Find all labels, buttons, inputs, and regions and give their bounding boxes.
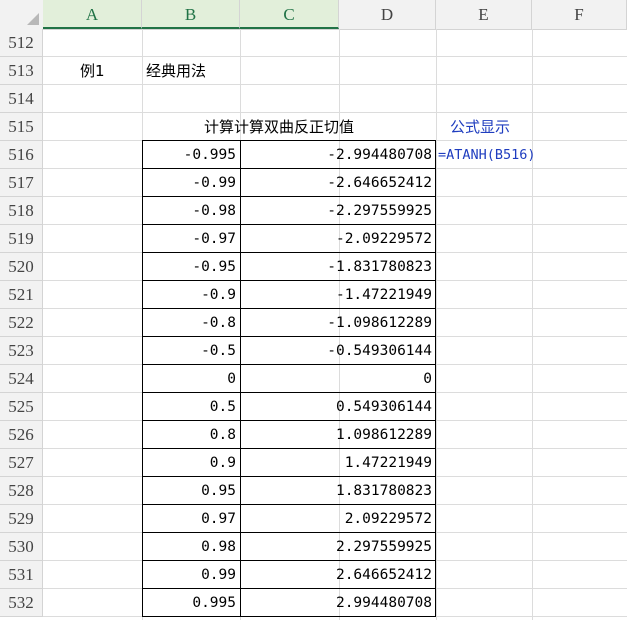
row-header[interactable]: 512 bbox=[0, 29, 43, 57]
row-header[interactable]: 527 bbox=[0, 449, 43, 477]
input-value-cell[interactable]: -0.9 bbox=[142, 281, 240, 309]
row-header[interactable]: 522 bbox=[0, 309, 43, 337]
atanh-result-cell[interactable]: 1.098612289 bbox=[240, 421, 436, 449]
input-value-cell[interactable]: 0.99 bbox=[142, 561, 240, 589]
atanh-result-cell[interactable]: -1.098612289 bbox=[240, 309, 436, 337]
formula-display-cell[interactable]: =ATANH(B516) bbox=[438, 141, 536, 169]
input-value-cell[interactable]: -0.95 bbox=[142, 253, 240, 281]
formula-header-cell[interactable]: 公式显示 bbox=[450, 113, 510, 141]
row-header[interactable]: 531 bbox=[0, 561, 43, 589]
input-value-cell[interactable]: -0.97 bbox=[142, 225, 240, 253]
atanh-result-cell[interactable]: 0.549306144 bbox=[240, 393, 436, 421]
input-value-cell[interactable]: 0.5 bbox=[142, 393, 240, 421]
row-header[interactable]: 516 bbox=[0, 141, 43, 169]
row-header[interactable]: 524 bbox=[0, 365, 43, 393]
atanh-result-cell[interactable]: -1.47221949 bbox=[240, 281, 436, 309]
atanh-result-cell[interactable]: -0.549306144 bbox=[240, 337, 436, 365]
row-header[interactable]: 518 bbox=[0, 197, 43, 225]
atanh-result-cell[interactable]: 2.297559925 bbox=[240, 533, 436, 561]
input-value-cell[interactable]: -0.8 bbox=[142, 309, 240, 337]
atanh-result-cell[interactable]: 2.994480708 bbox=[240, 589, 436, 617]
input-value-cell[interactable]: 0.98 bbox=[142, 533, 240, 561]
row-header[interactable]: 520 bbox=[0, 253, 43, 281]
column-header-d[interactable]: D bbox=[339, 0, 436, 29]
row-header[interactable]: 532 bbox=[0, 589, 43, 617]
example-label-cell[interactable]: 例1 bbox=[80, 57, 105, 85]
input-value-cell[interactable]: -0.99 bbox=[142, 169, 240, 197]
atanh-result-cell[interactable]: -2.646652412 bbox=[240, 169, 436, 197]
row-header[interactable]: 519 bbox=[0, 225, 43, 253]
row-header[interactable]: 521 bbox=[0, 281, 43, 309]
select-all-icon bbox=[27, 13, 39, 25]
atanh-result-cell[interactable]: -2.09229572 bbox=[240, 225, 436, 253]
input-value-cell[interactable]: -0.5 bbox=[142, 337, 240, 365]
row-header[interactable]: 526 bbox=[0, 421, 43, 449]
gridline bbox=[43, 84, 627, 85]
atanh-result-cell[interactable]: 2.646652412 bbox=[240, 561, 436, 589]
row-header[interactable]: 513 bbox=[0, 57, 43, 85]
row-header[interactable]: 514 bbox=[0, 85, 43, 113]
input-value-cell[interactable]: 0.95 bbox=[142, 477, 240, 505]
table-header-cell[interactable]: 计算计算双曲反正切值 bbox=[204, 113, 354, 141]
atanh-result-cell[interactable]: 2.09229572 bbox=[240, 505, 436, 533]
atanh-result-cell[interactable]: 1.831780823 bbox=[240, 477, 436, 505]
atanh-result-cell[interactable]: 1.47221949 bbox=[240, 449, 436, 477]
row-header[interactable]: 528 bbox=[0, 477, 43, 505]
column-header-e[interactable]: E bbox=[436, 0, 532, 29]
atanh-result-cell[interactable]: 0 bbox=[240, 365, 436, 393]
atanh-result-cell[interactable]: -2.994480708 bbox=[240, 141, 436, 169]
column-header-b[interactable]: B bbox=[142, 0, 240, 29]
row-header[interactable]: 530 bbox=[0, 533, 43, 561]
atanh-result-cell[interactable]: -1.831780823 bbox=[240, 253, 436, 281]
input-value-cell[interactable]: 0.9 bbox=[142, 449, 240, 477]
row-header[interactable]: 529 bbox=[0, 505, 43, 533]
gridline bbox=[43, 56, 627, 57]
column-header-c[interactable]: C bbox=[240, 0, 339, 29]
select-all-corner[interactable] bbox=[0, 0, 44, 29]
input-value-cell[interactable]: -0.98 bbox=[142, 197, 240, 225]
row-header[interactable]: 525 bbox=[0, 393, 43, 421]
row-header[interactable]: 515 bbox=[0, 113, 43, 141]
input-value-cell[interactable]: 0.8 bbox=[142, 421, 240, 449]
row-header[interactable]: 523 bbox=[0, 337, 43, 365]
column-header-f[interactable]: F bbox=[532, 0, 627, 29]
spreadsheet-grid: A B C D E F 512 513 514 515 516 517 518 519 520 5… bbox=[0, 0, 627, 620]
input-value-cell[interactable]: 0 bbox=[142, 365, 240, 393]
example-title-cell[interactable]: 经典用法 bbox=[146, 57, 206, 85]
input-value-cell[interactable]: -0.995 bbox=[142, 141, 240, 169]
input-value-cell[interactable]: 0.995 bbox=[142, 589, 240, 617]
atanh-result-cell[interactable]: -2.297559925 bbox=[240, 197, 436, 225]
input-value-cell[interactable]: 0.97 bbox=[142, 505, 240, 533]
row-header[interactable]: 517 bbox=[0, 169, 43, 197]
column-header-a[interactable]: A bbox=[43, 0, 142, 29]
